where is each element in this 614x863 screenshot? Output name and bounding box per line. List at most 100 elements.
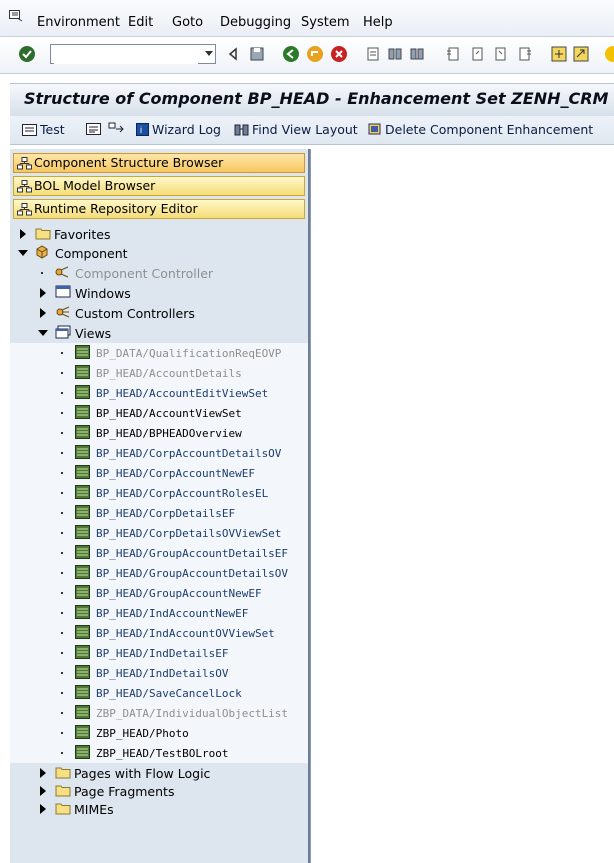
tree-label-view: BP_HEAD/GroupAccountDetailsOV — [96, 567, 289, 580]
help-icon[interactable] — [604, 45, 614, 63]
tree-label-view: ZBP_HEAD/Photo — [96, 727, 189, 740]
tree-label-view: BP_HEAD/CorpAccountNewEF — [96, 467, 255, 480]
tree-label-pages-with-flow-logic: Pages with Flow Logic — [74, 766, 211, 781]
previous-page-icon[interactable] — [468, 45, 486, 63]
wizard-log-icon: i — [136, 123, 149, 136]
menu-goto[interactable]: Goto — [172, 15, 203, 30]
leaf-dot — [61, 412, 63, 414]
test-icon — [22, 124, 37, 136]
find-view-layout-button[interactable]: Find View Layout — [234, 122, 358, 137]
tree-label-favorites: Favorites — [54, 227, 111, 242]
component-tree: Favorites Component Component Controller… — [10, 223, 308, 863]
hierarchy-arrow-icon[interactable] — [108, 122, 125, 136]
next-page-icon[interactable] — [492, 45, 510, 63]
menu-edit[interactable]: Edit — [128, 15, 153, 30]
view-icon — [75, 565, 90, 579]
component-structure-browser-button[interactable]: Component Structure Browser — [13, 153, 305, 173]
tree-label-view: ZBP_HEAD/TestBOLroot — [96, 747, 229, 760]
cancel-icon[interactable] — [330, 45, 348, 63]
controller-icon — [55, 266, 69, 278]
tree-label-view: BP_HEAD/IndDetailsEF — [96, 647, 229, 660]
runtime-repository-editor-button[interactable]: Runtime Repository Editor — [13, 199, 305, 219]
view-icon — [75, 505, 90, 519]
leaf-dot — [61, 352, 63, 354]
folder-icon — [35, 228, 51, 240]
leaf-dot — [61, 732, 63, 734]
leaf-dot — [61, 712, 63, 714]
first-page-icon[interactable] — [444, 45, 462, 63]
test-button[interactable]: Test — [22, 122, 65, 137]
bol-model-browser-button[interactable]: BOL Model Browser — [13, 176, 305, 196]
tree-label-view: BP_HEAD/CorpAccountDetailsOV — [96, 447, 282, 460]
expand-icon[interactable] — [40, 768, 46, 778]
leaf-dot — [61, 432, 63, 434]
leaf-dot — [61, 452, 63, 454]
wizard-log-button[interactable]: i Wizard Log — [136, 122, 221, 137]
tree-label-custom-controllers: Custom Controllers — [75, 306, 195, 321]
expand-icon[interactable] — [40, 804, 46, 814]
view-icon — [75, 385, 90, 399]
tree-label-view: BP_HEAD/CorpDetailsEF — [96, 507, 236, 520]
print-icon[interactable] — [364, 45, 382, 63]
view-icon — [75, 465, 90, 479]
tree-label-view: BP_HEAD/CorpAccountRolesEL — [96, 487, 269, 500]
menu-system[interactable]: System — [301, 15, 349, 30]
command-input[interactable] — [54, 46, 198, 64]
view-icon — [75, 725, 90, 739]
hierarchy-icon — [17, 203, 32, 216]
tree-label-windows: Windows — [75, 286, 131, 301]
expand-icon[interactable] — [20, 229, 26, 239]
expand-icon[interactable] — [40, 786, 46, 796]
leaf-dot — [61, 572, 63, 574]
page-title: Structure of Component BP_HEAD - Enhance… — [24, 89, 609, 108]
find-next-icon[interactable] — [408, 45, 426, 63]
collapse-icon[interactable] — [38, 330, 48, 336]
view-icon — [75, 585, 90, 599]
tree-label-component: Component — [55, 246, 128, 261]
view-icon — [75, 625, 90, 639]
menu-help[interactable]: Help — [363, 15, 393, 30]
tree-label-page-fragments: Page Fragments — [74, 784, 175, 799]
save-icon[interactable] — [248, 45, 266, 63]
back-icon[interactable] — [282, 45, 300, 63]
leaf-dot — [61, 492, 63, 494]
shortcut-icon[interactable] — [572, 45, 590, 63]
tree-label-view: BP_HEAD/AccountViewSet — [96, 407, 242, 420]
view-icon — [75, 545, 90, 559]
tree-label-view: BP_HEAD/IndAccountNewEF — [96, 607, 249, 620]
view-icon — [75, 705, 90, 719]
chevron-down-icon[interactable] — [205, 51, 213, 56]
leaf-dot — [61, 632, 63, 634]
tree-label-view: BP_HEAD/IndAccountOVViewSet — [96, 627, 275, 640]
leaf-dot — [61, 672, 63, 674]
menu-environment[interactable]: Environment — [37, 15, 120, 30]
application-toolbar: Test i Wizard Log Find View Layout Delete… — [10, 116, 614, 145]
find-icon[interactable] — [386, 45, 404, 63]
view-icon — [75, 605, 90, 619]
exit-icon[interactable] — [306, 45, 324, 63]
display-icon[interactable] — [86, 123, 101, 135]
views-icon — [55, 325, 71, 339]
delete-component-enhancement-button[interactable]: Delete Component Enhancement — [368, 122, 593, 137]
command-field[interactable] — [50, 44, 216, 64]
menu-debugging[interactable]: Debugging — [220, 15, 291, 30]
window-icon — [55, 285, 71, 298]
collapse-icon[interactable] — [18, 250, 28, 256]
leaf-dot — [41, 272, 43, 274]
leaf-dot — [61, 592, 63, 594]
last-page-icon[interactable] — [516, 45, 534, 63]
component-structure-browser-label: Component Structure Browser — [34, 155, 224, 170]
view-icon — [75, 365, 90, 379]
tree-label-component-controller: Component Controller — [75, 266, 214, 281]
system-menu-icon[interactable] — [9, 10, 23, 22]
folder-icon — [55, 767, 71, 779]
expand-icon[interactable] — [40, 288, 46, 298]
test-label: Test — [40, 122, 65, 137]
expand-icon[interactable] — [40, 308, 46, 318]
menu-bar: Environment Edit Goto Debugging System H… — [0, 0, 614, 37]
create-session-icon[interactable] — [550, 45, 568, 63]
hierarchy-icon — [17, 157, 32, 170]
back-arrow-icon[interactable] — [224, 45, 242, 63]
enter-icon[interactable] — [18, 45, 36, 63]
leaf-dot — [61, 472, 63, 474]
